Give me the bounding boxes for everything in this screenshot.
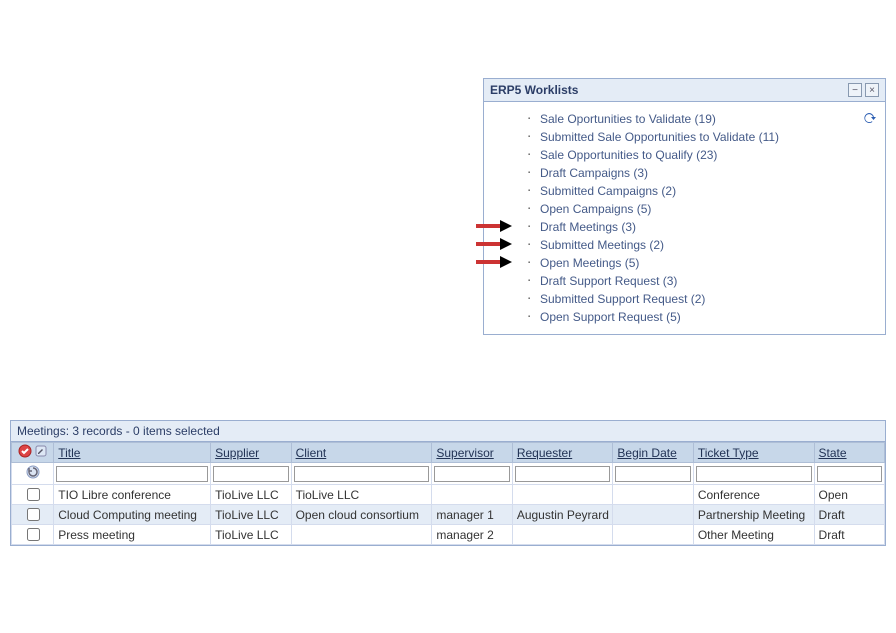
worklist-link[interactable]: Draft Support Request (3)	[540, 274, 677, 288]
filter-toolbar-cell	[12, 463, 54, 485]
col-state[interactable]: State	[819, 446, 847, 460]
cell-title: Cloud Computing meeting	[54, 505, 211, 525]
worklist-item: Sale Opportunities to Qualify (23)	[524, 146, 877, 164]
table-caption: Meetings: 3 records - 0 items selected	[11, 421, 885, 442]
filter-supplier[interactable]	[213, 466, 288, 482]
cell-ticket_type: Partnership Meeting	[693, 505, 814, 525]
cell-state: Open	[814, 485, 884, 505]
filter-ticket-type[interactable]	[696, 466, 812, 482]
worklist-link[interactable]: Submitted Sale Opportunities to Validate…	[540, 130, 779, 144]
cell-requester: Augustin Peyrard	[512, 505, 613, 525]
worklist-link[interactable]: Open Meetings (5)	[540, 256, 639, 270]
worklist-link[interactable]: Submitted Support Request (2)	[540, 292, 705, 306]
col-supervisor[interactable]: Supervisor	[436, 446, 493, 460]
cell-client: TioLive LLC	[291, 485, 432, 505]
meetings-table-section: Meetings: 3 records - 0 items selected T…	[10, 420, 886, 546]
cell-begin_date	[613, 485, 693, 505]
row-checkbox-cell	[12, 485, 54, 505]
cell-title: Press meeting	[54, 525, 211, 545]
table-row[interactable]: TIO Libre conferenceTioLive LLCTioLive L…	[12, 485, 885, 505]
table-row[interactable]: Cloud Computing meetingTioLive LLCOpen c…	[12, 505, 885, 525]
worklists-body: Sale Oportunities to Validate (19) Submit…	[484, 102, 885, 334]
row-checkbox[interactable]	[27, 488, 40, 501]
worklist-item: Submitted Meetings (2)	[524, 236, 877, 254]
worklist-item: Submitted Sale Opportunities to Validate…	[524, 128, 877, 146]
cell-state: Draft	[814, 505, 884, 525]
cell-supplier: TioLive LLC	[211, 485, 291, 505]
worklist-item: Open Campaigns (5)	[524, 200, 877, 218]
col-ticket-type[interactable]: Ticket Type	[698, 446, 759, 460]
row-checkbox-cell	[12, 505, 54, 525]
worklists-gadget: ERP5 Worklists − × Sale Oportunities to …	[483, 78, 886, 335]
col-title[interactable]: Title	[58, 446, 80, 460]
arrow-icon	[476, 220, 512, 232]
filter-state[interactable]	[817, 466, 882, 482]
meetings-table: Title Supplier Client Supervisor Request…	[11, 442, 885, 545]
worklist-link[interactable]: Open Support Request (5)	[540, 310, 681, 324]
worklists-title: ERP5 Worklists	[490, 83, 578, 97]
cell-ticket_type: Other Meeting	[693, 525, 814, 545]
worklist-item: Open Meetings (5)	[524, 254, 877, 272]
row-checkbox-cell	[12, 525, 54, 545]
cell-supplier: TioLive LLC	[211, 525, 291, 545]
cell-supervisor: manager 2	[432, 525, 512, 545]
cell-client	[291, 525, 432, 545]
col-client[interactable]: Client	[296, 446, 327, 460]
filter-title[interactable]	[56, 466, 208, 482]
worklist-link[interactable]: Draft Meetings (3)	[540, 220, 636, 234]
header-toolbar-cell	[12, 443, 54, 463]
cell-requester	[512, 525, 613, 545]
worklist-link[interactable]: Submitted Meetings (2)	[540, 238, 664, 252]
col-requester[interactable]: Requester	[517, 446, 572, 460]
worklist-item: Draft Meetings (3)	[524, 218, 877, 236]
filter-client[interactable]	[294, 466, 430, 482]
worklist-item: Draft Support Request (3)	[524, 272, 877, 290]
cell-title: TIO Libre conference	[54, 485, 211, 505]
worklists-list: Sale Oportunities to Validate (19) Submit…	[524, 110, 877, 326]
worklists-header: ERP5 Worklists − ×	[484, 79, 885, 102]
cell-begin_date	[613, 525, 693, 545]
cell-supplier: TioLive LLC	[211, 505, 291, 525]
filter-row	[12, 463, 885, 485]
minimize-icon[interactable]: −	[848, 83, 862, 97]
cell-requester	[512, 485, 613, 505]
filter-supervisor[interactable]	[434, 466, 509, 482]
worklist-link[interactable]: Draft Campaigns (3)	[540, 166, 648, 180]
filter-begin-date[interactable]	[615, 466, 690, 482]
worklist-item: Draft Campaigns (3)	[524, 164, 877, 182]
worklist-item: Sale Oportunities to Validate (19)	[524, 110, 877, 128]
close-icon[interactable]: ×	[865, 83, 879, 97]
filter-requester[interactable]	[515, 466, 611, 482]
worklist-item: Submitted Campaigns (2)	[524, 182, 877, 200]
col-supplier[interactable]: Supplier	[215, 446, 259, 460]
worklist-link[interactable]: Sale Opportunities to Qualify (23)	[540, 148, 717, 162]
worklist-item: Submitted Support Request (2)	[524, 290, 877, 308]
worklist-item: Open Support Request (5)	[524, 308, 877, 326]
table-header-row: Title Supplier Client Supervisor Request…	[12, 443, 885, 463]
validate-icon[interactable]	[18, 444, 32, 461]
arrow-icon	[476, 238, 512, 250]
cell-state: Draft	[814, 525, 884, 545]
worklist-link[interactable]: Submitted Campaigns (2)	[540, 184, 676, 198]
cell-supervisor	[432, 485, 512, 505]
worklist-link[interactable]: Open Campaigns (5)	[540, 202, 651, 216]
row-checkbox[interactable]	[27, 528, 40, 541]
worklists-header-buttons: − ×	[848, 83, 879, 97]
cell-client: Open cloud consortium	[291, 505, 432, 525]
cell-begin_date	[613, 505, 693, 525]
cell-ticket_type: Conference	[693, 485, 814, 505]
row-checkbox[interactable]	[27, 508, 40, 521]
worklist-link[interactable]: Sale Oportunities to Validate (19)	[540, 112, 716, 126]
arrow-icon	[476, 256, 512, 268]
table-row[interactable]: Press meetingTioLive LLC manager 2 Other M…	[12, 525, 885, 545]
cell-supervisor: manager 1	[432, 505, 512, 525]
reset-icon[interactable]	[25, 464, 41, 483]
col-begin-date[interactable]: Begin Date	[617, 446, 676, 460]
edit-icon[interactable]	[34, 444, 48, 461]
